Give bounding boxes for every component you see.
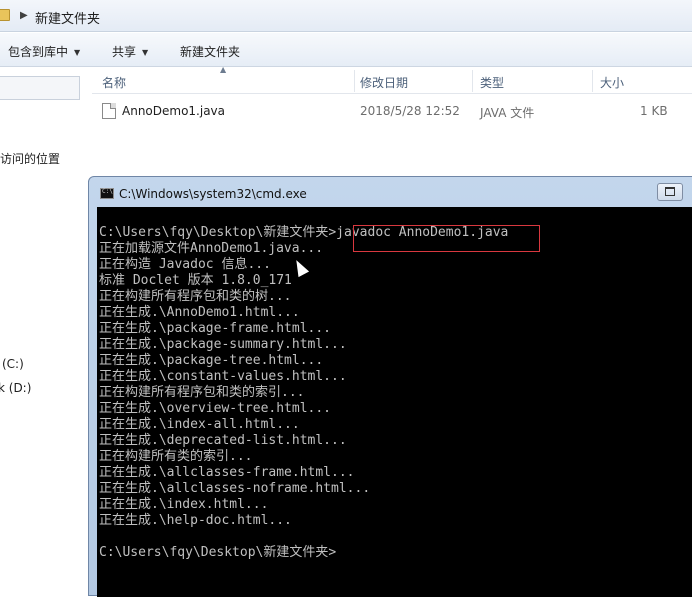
column-header-size[interactable]: 大小 <box>600 74 624 91</box>
file-size: 1 KB <box>640 104 668 118</box>
cmd-icon[interactable] <box>100 188 114 199</box>
console-line: 正在加载源文件AnnoDemo1.java... <box>99 241 324 256</box>
file-type: JAVA 文件 <box>480 106 535 120</box>
include-in-library-button[interactable]: 包含到库中 ▼ <box>8 43 80 60</box>
console-line: 正在生成.\AnnoDemo1.html... <box>99 305 300 320</box>
console-line: 正在构建所有程序包和类的索引... <box>99 385 305 400</box>
chevron-down-icon: ▼ <box>142 48 149 57</box>
navigation-pane: 访问的位置 (C:) k (D:) <box>0 68 88 593</box>
new-folder-button[interactable]: 新建文件夹 <box>180 43 240 60</box>
console-line: 标准 Doclet 版本 1.8.0_171 <box>99 273 292 288</box>
sidebar-item-drive-d[interactable]: k (D:) <box>0 381 31 395</box>
cmd-window[interactable]: C:\Windows\system32\cmd.exe C:\Users\fqy… <box>88 176 692 597</box>
java-file-icon <box>102 103 116 119</box>
cmd-window-title: C:\Windows\system32\cmd.exe <box>119 187 307 201</box>
file-list-header: ▲ 名称 修改日期 类型 大小 <box>92 65 692 94</box>
console-line: 正在构建所有类的索引... <box>99 449 253 464</box>
mouse-cursor-icon <box>291 257 310 278</box>
breadcrumb-current-folder[interactable]: 新建文件夹 <box>35 8 100 27</box>
nav-selected-item[interactable] <box>0 76 80 100</box>
file-date: 2018/5/28 12:52 <box>360 104 460 118</box>
console-line: 正在生成.\overview-tree.html... <box>99 401 332 416</box>
maximize-icon <box>665 187 675 196</box>
file-name: AnnoDemo1.java <box>122 104 226 118</box>
sidebar-item-recent-places[interactable]: 访问的位置 <box>0 150 60 167</box>
maximize-button[interactable] <box>657 183 683 201</box>
column-header-type[interactable]: 类型 <box>480 74 504 91</box>
file-row[interactable]: AnnoDemo1.java 2018/5/28 12:52 JAVA 文件 1… <box>92 98 692 124</box>
share-button[interactable]: 共享 ▼ <box>112 43 148 60</box>
column-divider[interactable] <box>592 70 593 92</box>
column-divider[interactable] <box>472 70 473 92</box>
console-output[interactable]: C:\Users\fqy\Desktop\新建文件夹>javadoc AnnoD… <box>97 207 692 597</box>
console-line: 正在生成.\index-all.html... <box>99 417 300 432</box>
include-in-library-label: 包含到库中 <box>8 45 69 59</box>
console-line: 正在生成.\allclasses-noframe.html... <box>99 481 371 496</box>
breadcrumb-arrow-icon[interactable]: ▶ <box>20 10 28 21</box>
console-line: 正在生成.\package-frame.html... <box>99 321 332 336</box>
console-line: 正在生成.\deprecated-list.html... <box>99 433 347 448</box>
column-header-name[interactable]: 名称 <box>102 74 126 91</box>
console-line: 正在生成.\help-doc.html... <box>99 513 292 528</box>
chevron-down-icon: ▼ <box>74 48 81 57</box>
column-divider[interactable] <box>354 70 355 92</box>
share-label: 共享 <box>112 45 137 59</box>
console-prompt-line: C:\Users\fqy\Desktop\新建文件夹> <box>99 545 337 560</box>
folder-icon <box>0 9 10 21</box>
explorer-toolbar: 包含到库中 ▼ 共享 ▼ 新建文件夹 <box>0 33 692 67</box>
column-header-date[interactable]: 修改日期 <box>360 74 408 91</box>
cmd-titlebar[interactable]: C:\Windows\system32\cmd.exe <box>89 177 692 207</box>
command-highlight-box <box>353 225 540 252</box>
console-line: 正在生成.\package-summary.html... <box>99 337 347 352</box>
explorer-titlebar: ▶ 新建文件夹 <box>0 0 692 32</box>
console-line: 正在生成.\allclasses-frame.html... <box>99 465 355 480</box>
console-line: 正在生成.\package-tree.html... <box>99 353 324 368</box>
console-line: 正在生成.\index.html... <box>99 497 269 512</box>
console-line: 正在生成.\constant-values.html... <box>99 369 347 384</box>
sidebar-item-drive-c[interactable]: (C:) <box>2 357 24 371</box>
sort-ascending-icon: ▲ <box>220 65 227 74</box>
console-line: 正在构建所有程序包和类的树... <box>99 289 292 304</box>
console-line: 正在构造 Javadoc 信息... <box>99 257 271 272</box>
